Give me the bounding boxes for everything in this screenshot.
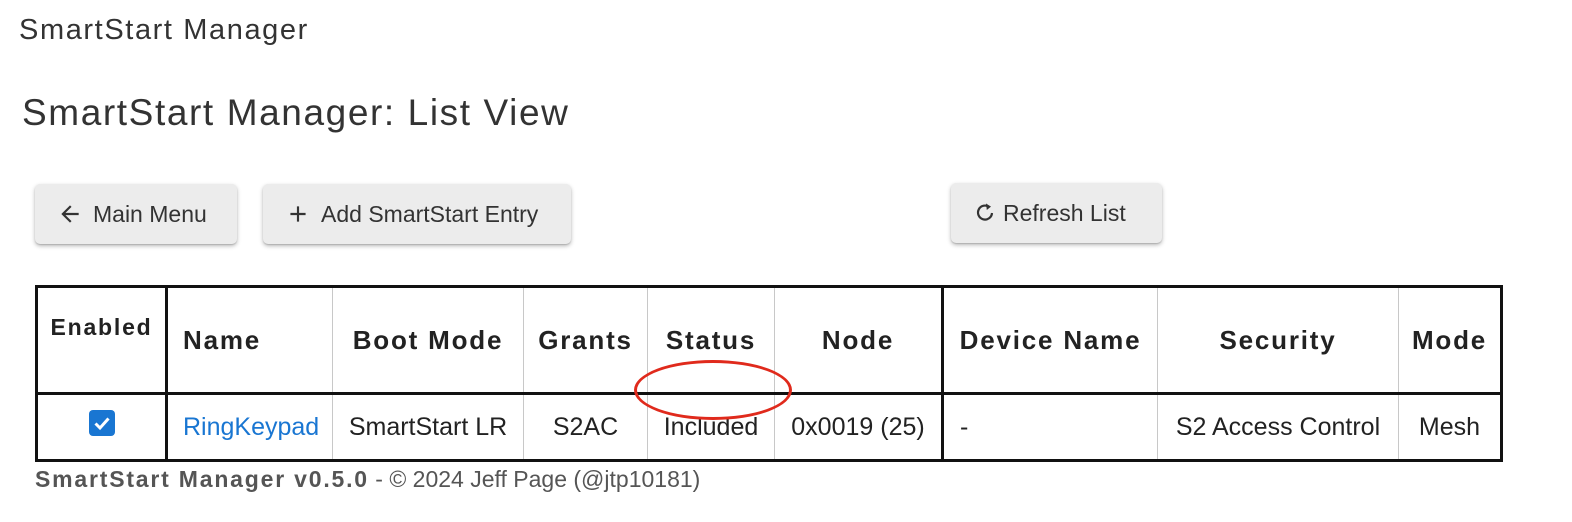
column-header-name[interactable]: Name: [166, 286, 333, 395]
column-header-device-name[interactable]: Device Name: [942, 286, 1158, 395]
cell-node: 0x0019 (25): [774, 393, 944, 461]
main-menu-label: Main Menu: [93, 200, 207, 227]
cell-name: RingKeypad: [166, 393, 333, 461]
table-row: RingKeypad SmartStart LR S2AC Included 0…: [36, 393, 1502, 461]
plus-icon: [290, 206, 306, 222]
footer-copyright: - © 2024 Jeff Page (@jtp10181): [368, 466, 701, 492]
cell-enabled: [36, 393, 168, 461]
cell-security: S2 Access Control: [1157, 393, 1399, 461]
cell-boot-mode: SmartStart LR: [332, 393, 524, 461]
refresh-list-button[interactable]: Refresh List: [951, 183, 1162, 243]
cell-device-name: -: [942, 393, 1158, 461]
column-header-grants[interactable]: Grants: [523, 286, 648, 395]
enabled-checkbox[interactable]: [88, 409, 115, 436]
column-header-mode[interactable]: Mode: [1398, 286, 1502, 395]
page-title: SmartStart Manager: List View: [22, 92, 570, 133]
footer-version: SmartStart Manager v0.5.0: [35, 466, 369, 492]
main-menu-button[interactable]: Main Menu: [35, 184, 237, 244]
cell-mode: Mesh: [1398, 393, 1502, 461]
refresh-icon: [976, 203, 994, 221]
add-smartstart-entry-button[interactable]: Add SmartStart Entry: [263, 184, 571, 244]
refresh-list-label: Refresh List: [1003, 199, 1126, 226]
add-smartstart-entry-label: Add SmartStart Entry: [321, 200, 539, 227]
column-header-status[interactable]: Status: [647, 286, 775, 395]
smartstart-entries-table: Enabled Name Boot Mode Grants Status Nod…: [35, 285, 1503, 462]
cell-status: Included: [647, 393, 775, 461]
app-title: SmartStart Manager: [19, 14, 309, 46]
column-header-boot-mode[interactable]: Boot Mode: [332, 286, 524, 395]
footer: SmartStart Manager v0.5.0 - © 2024 Jeff …: [35, 466, 700, 493]
column-header-enabled[interactable]: Enabled: [36, 286, 168, 395]
checkmark-icon: [93, 417, 110, 431]
column-header-security[interactable]: Security: [1157, 286, 1399, 395]
cell-grants: S2AC: [523, 393, 648, 461]
column-header-node[interactable]: Node: [774, 286, 944, 395]
table-header-row: Enabled Name Boot Mode Grants Status Nod…: [36, 286, 1502, 395]
arrow-left-icon: [61, 205, 79, 223]
device-name-link[interactable]: RingKeypad: [183, 413, 319, 441]
